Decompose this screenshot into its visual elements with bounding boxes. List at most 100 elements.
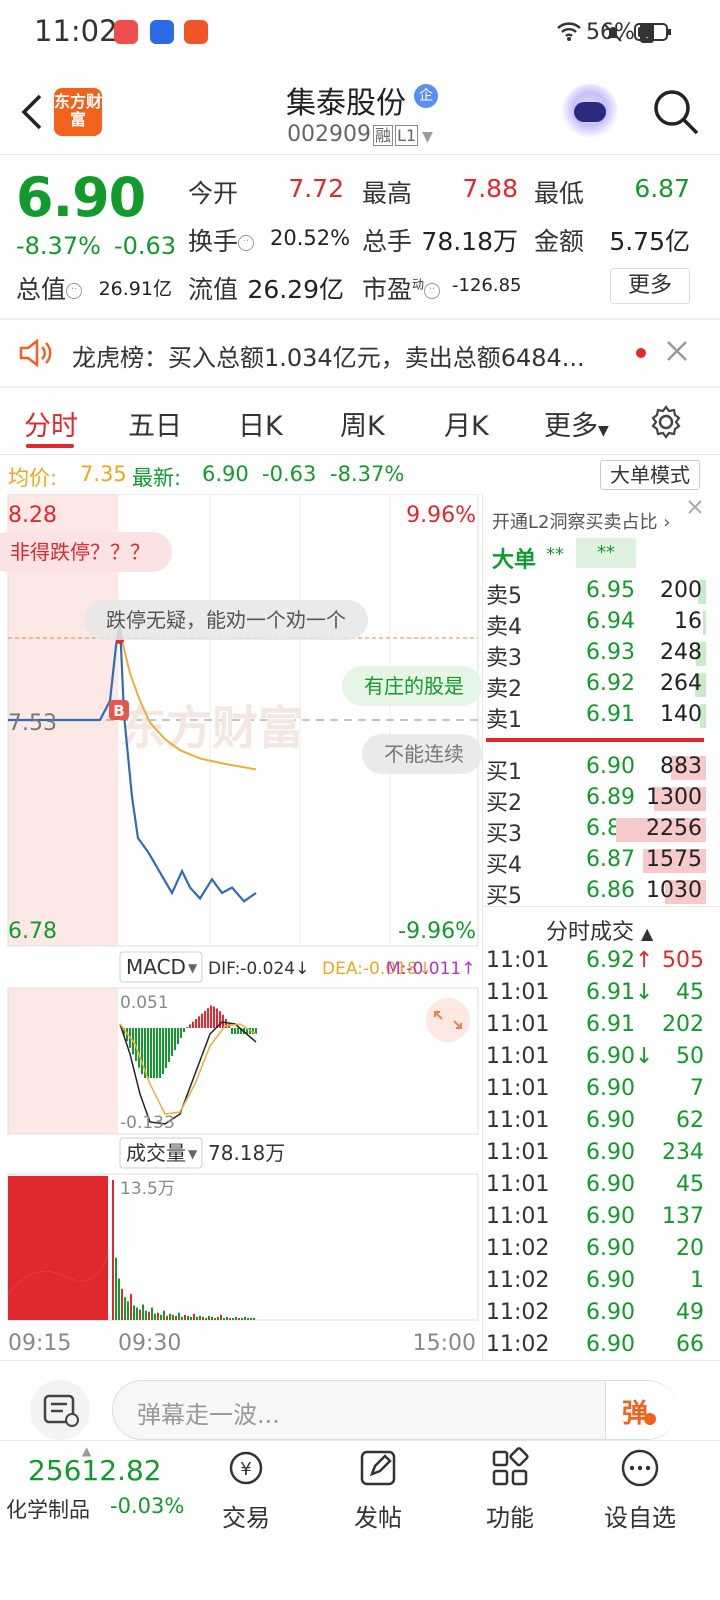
volume-total: 78.18万 xyxy=(208,1141,285,1165)
volume-bar xyxy=(142,1304,144,1320)
info-icon: ·· xyxy=(66,283,83,299)
big-order-mode-button[interactable]: 大单模式 xyxy=(600,460,700,490)
time-end: 15:00 xyxy=(413,1331,476,1356)
level-price: 6.87 xyxy=(586,847,635,872)
notice-text: 龙虎榜：买入总额1.034亿元，卖出总额6484... xyxy=(72,344,585,372)
danmu-input[interactable]: 弹幕走一波... 弹 xyxy=(112,1380,677,1440)
volume-bar xyxy=(172,1314,174,1320)
watermark: 东方财富 xyxy=(120,701,304,755)
mktcap-value: 26.91亿 xyxy=(98,278,172,300)
level-price: 6.90 xyxy=(586,754,635,779)
change-percent: -8.37% xyxy=(16,232,101,260)
tab-intraday[interactable]: 分时 xyxy=(24,404,78,443)
macd-bar xyxy=(201,1013,203,1028)
volume-bar xyxy=(136,1307,138,1320)
volume-bar xyxy=(235,1316,237,1320)
sector-name[interactable]: 化学制品 xyxy=(6,1494,90,1524)
tab-more[interactable]: 更多▼ xyxy=(544,404,609,443)
bid-row: 买2 6.89 1300 xyxy=(486,783,706,816)
tab-monthly-k[interactable]: 月K xyxy=(444,404,489,443)
danmu-bubble: 非得跌停？？？ xyxy=(0,532,172,572)
level-price: 6.92 xyxy=(586,671,635,696)
settings-gear-icon[interactable] xyxy=(648,404,684,440)
pct-bottom-label: -9.96% xyxy=(398,919,476,944)
latest-change: -0.63 xyxy=(262,462,317,486)
volume-bar xyxy=(127,1301,129,1320)
volume-bar xyxy=(190,1316,192,1320)
dragon-tiger-notice[interactable]: 龙虎榜：买入总额1.034亿元，卖出总额6484... xyxy=(0,320,720,386)
sector-pct: -0.03% xyxy=(110,1494,185,1518)
level-price: 6.94 xyxy=(586,609,635,634)
nav-functions[interactable]: 功能 xyxy=(450,1446,570,1533)
volume-bar xyxy=(178,1312,180,1320)
sector-index-value[interactable]: 25612.82 xyxy=(28,1454,162,1487)
nav-post[interactable]: 发帖 xyxy=(318,1446,438,1533)
trade-ticks-title[interactable]: 分时成交 ▲ xyxy=(546,914,653,946)
status-bar: 11:02 ! 56% xyxy=(0,0,720,66)
big-order-bar: ** xyxy=(576,538,636,568)
big-order-value: ** xyxy=(546,544,564,565)
volume-bar xyxy=(220,1314,222,1320)
svg-text:MACD: MACD xyxy=(126,955,186,979)
level-volume: 883 xyxy=(660,754,702,779)
tab-weekly-k[interactable]: 周K xyxy=(340,404,385,443)
trade-tick-row: 11:01 6.90↓ 50 xyxy=(486,1044,704,1069)
time-mid: 09:30 xyxy=(118,1331,181,1356)
amount-label: 金额 xyxy=(534,227,585,256)
level-label: 卖2 xyxy=(486,677,522,702)
nav-add-watchlist[interactable]: 设自选 xyxy=(580,1446,700,1533)
search-icon[interactable] xyxy=(652,88,700,136)
macd-bar xyxy=(216,1008,218,1028)
volume-bar xyxy=(157,1312,159,1320)
dif-line xyxy=(119,1021,257,1125)
volume-bar xyxy=(247,1317,249,1320)
app-notification-icon xyxy=(150,20,174,44)
level-volume: 264 xyxy=(660,671,702,696)
close-icon[interactable] xyxy=(686,498,704,516)
volume-bar xyxy=(229,1317,231,1320)
mktcap-label: 总值 ·· xyxy=(16,270,83,306)
ask-row: 卖4 6.94 16 xyxy=(486,607,706,640)
macd-bar xyxy=(159,1028,161,1078)
level-price: 6.86 xyxy=(586,878,635,903)
nav-trade[interactable]: ¥ 交易 xyxy=(186,1446,306,1533)
tab-daily-k[interactable]: 日K xyxy=(238,404,283,443)
macd-bar xyxy=(150,1028,152,1078)
l2-upgrade-link[interactable]: 开通L2洞察买卖占比 › xyxy=(492,508,670,534)
macd-bar xyxy=(180,1028,182,1038)
tab-underline xyxy=(26,444,74,448)
current-price: 6.90 xyxy=(16,166,146,229)
macd-bar xyxy=(186,1027,188,1028)
dropdown-icon: ▼ xyxy=(422,129,433,145)
level-label: 买4 xyxy=(486,853,522,878)
level-volume: 1300 xyxy=(646,785,702,810)
open-label: 今开 xyxy=(188,179,239,208)
volume-bar xyxy=(160,1314,162,1320)
macd-bar xyxy=(237,1028,239,1034)
volume-bar xyxy=(244,1316,246,1320)
macd-top-label: 0.051 xyxy=(120,993,169,1013)
macd-bar xyxy=(141,1028,143,1075)
danmu-toggle-button[interactable]: 弹 xyxy=(605,1381,677,1439)
info-icon: ·· xyxy=(424,283,441,299)
bid-row: 买1 6.90 883 xyxy=(486,752,706,785)
macd-bar xyxy=(234,1028,236,1034)
info-icon: ·· xyxy=(238,235,255,251)
comment-list-icon[interactable] xyxy=(30,1380,90,1440)
trade-tick-row: 11:01 6.91↓ 45 xyxy=(486,980,704,1005)
level-price: 6.93 xyxy=(586,640,635,665)
more-quote-button[interactable]: 更多 xyxy=(610,268,690,304)
macd-dif: DIF:-0.024↓ xyxy=(208,959,309,979)
macd-bar xyxy=(198,1016,200,1028)
volume-bar xyxy=(139,1309,141,1320)
turnover-value: 20.52% xyxy=(270,226,351,250)
pe-value: -126.85 xyxy=(452,275,522,296)
y-top-label: 8.28 xyxy=(8,503,57,528)
volume-bars xyxy=(112,1180,255,1320)
tab-five-day[interactable]: 五日 xyxy=(128,404,182,443)
level-volume: 1030 xyxy=(646,878,702,903)
avg-price-value: 7.35 xyxy=(80,462,127,486)
level-label: 买1 xyxy=(486,760,522,785)
assistant-robot-icon[interactable] xyxy=(562,84,618,140)
close-icon[interactable] xyxy=(664,338,690,364)
